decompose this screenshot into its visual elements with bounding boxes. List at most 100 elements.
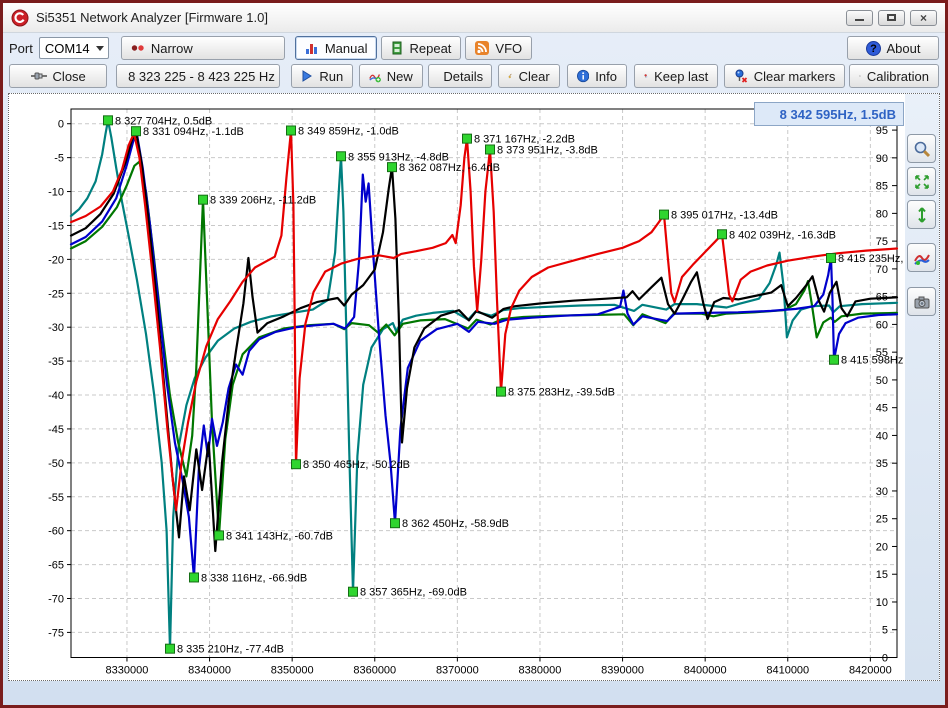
- cursor-readout: 8 342 595Hz, 1.5dB: [754, 102, 904, 126]
- marker-label: 8 335 210Hz, -77.4dB: [177, 644, 284, 656]
- marker-square: [348, 587, 357, 596]
- repeat-button[interactable]: Repeat: [381, 36, 461, 60]
- app-window: Si5351 Network Analyzer [Firmware 1.0] ×…: [3, 3, 945, 705]
- marker-square: [390, 519, 399, 528]
- question-icon: ?: [866, 41, 881, 56]
- marker-label: 8 350 465Hz, -50.2dB: [303, 459, 410, 471]
- svg-text:-40: -40: [48, 390, 64, 402]
- close-window-button[interactable]: ×: [910, 10, 937, 26]
- port-select[interactable]: COM14: [39, 37, 109, 59]
- markers: 8 327 704Hz, 0.5dB8 331 094Hz, -1.1dB8 3…: [103, 115, 903, 655]
- svg-text:90: 90: [876, 153, 888, 165]
- marker-square: [463, 134, 472, 143]
- minimize-icon: [855, 19, 864, 21]
- marker-label: 8 395 017Hz, -13.4dB: [671, 210, 778, 222]
- info-button[interactable]: Info: [567, 64, 627, 88]
- toolbar-row-2: Close 8 323 225 - 8 423 225 Hz Run New D…: [3, 62, 945, 90]
- marker-label: 8 341 143Hz, -60.7dB: [226, 530, 333, 542]
- close-icon: ×: [920, 12, 927, 24]
- toolbar-row-1: Port COM14 Narrow Manual Repeat VFO ? Ab…: [3, 33, 945, 62]
- repeat-icon: [391, 41, 403, 55]
- svg-text:8370000: 8370000: [436, 665, 479, 677]
- svg-text:8380000: 8380000: [519, 665, 562, 677]
- info-icon: [577, 69, 589, 83]
- marker-label: 8 415 598Hz: [841, 355, 903, 367]
- gridlines: 8330000834000083500008360000837000083800…: [48, 109, 897, 677]
- svg-text:10: 10: [876, 597, 888, 609]
- svg-text:30: 30: [876, 486, 888, 498]
- svg-text:-50: -50: [48, 458, 64, 470]
- titlebar[interactable]: Si5351 Network Analyzer [Firmware 1.0] ×: [3, 3, 945, 33]
- svg-text:15: 15: [876, 569, 888, 581]
- about-button[interactable]: ? About: [847, 36, 939, 60]
- fit-vertical-button[interactable]: [907, 200, 936, 229]
- maximize-button[interactable]: [878, 10, 905, 26]
- svg-text:-15: -15: [48, 220, 64, 232]
- maximize-icon: [887, 14, 896, 21]
- magnifier-icon: [913, 140, 931, 158]
- marker-square: [830, 355, 839, 364]
- svg-text:-30: -30: [48, 322, 64, 334]
- svg-text:70: 70: [876, 264, 888, 276]
- run-button[interactable]: Run: [291, 64, 353, 88]
- svg-text:60: 60: [876, 319, 888, 331]
- svg-text:8400000: 8400000: [684, 665, 727, 677]
- svg-text:0: 0: [58, 119, 64, 131]
- svg-text:-75: -75: [48, 627, 64, 639]
- marker-square: [660, 210, 669, 219]
- frequency-range-button[interactable]: 8 323 225 - 8 423 225 Hz: [116, 64, 280, 88]
- svg-text:-65: -65: [48, 560, 64, 572]
- marker-square: [286, 126, 295, 135]
- marker-square: [496, 387, 505, 396]
- port-value: COM14: [45, 41, 90, 56]
- marker-square: [718, 230, 727, 239]
- svg-text:?: ?: [870, 43, 877, 55]
- marker-square: [485, 145, 494, 154]
- network-analyzer-chart[interactable]: 8330000834000083500008360000837000083800…: [9, 94, 905, 680]
- svg-text:-20: -20: [48, 254, 64, 266]
- svg-text:8350000: 8350000: [271, 665, 314, 677]
- svg-text:-70: -70: [48, 593, 64, 605]
- window-title: Si5351 Network Analyzer [Firmware 1.0]: [36, 10, 268, 25]
- bar-chart-icon: [305, 41, 319, 55]
- marker-square: [199, 195, 208, 204]
- marker-square: [215, 531, 224, 540]
- svg-text:75: 75: [876, 236, 888, 248]
- camera-icon: [913, 293, 931, 311]
- svg-text:-60: -60: [48, 526, 64, 538]
- svg-text:25: 25: [876, 514, 888, 526]
- svg-text:-55: -55: [48, 492, 64, 504]
- marker-label: 8 331 094Hz, -1.1dB: [143, 126, 244, 138]
- clear-button[interactable]: Clear: [498, 64, 560, 88]
- snapshot-button[interactable]: [907, 287, 936, 316]
- fit-both-icon: [913, 173, 931, 191]
- svg-text:-10: -10: [48, 187, 64, 199]
- svg-text:40: 40: [876, 430, 888, 442]
- svg-text:8420000: 8420000: [849, 665, 892, 677]
- clear-markers-button[interactable]: Clear markers: [724, 64, 846, 88]
- details-button[interactable]: Details: [428, 64, 492, 88]
- new-button[interactable]: New: [359, 64, 423, 88]
- svg-text:8410000: 8410000: [766, 665, 809, 677]
- manual-button[interactable]: Manual: [295, 36, 378, 60]
- svg-text:-5: -5: [54, 153, 64, 165]
- svg-text:20: 20: [876, 541, 888, 553]
- fit-both-button[interactable]: [907, 167, 936, 196]
- marker-label: 8 357 365Hz, -69.0dB: [360, 587, 467, 599]
- svg-text:8340000: 8340000: [188, 665, 231, 677]
- pin-icon: [644, 69, 648, 83]
- traces-button[interactable]: [907, 243, 936, 272]
- svg-text:95: 95: [876, 125, 888, 137]
- marker-square: [189, 573, 198, 582]
- narrow-button[interactable]: Narrow: [121, 36, 285, 60]
- zoom-tool-button[interactable]: [907, 134, 936, 163]
- keep-last-button[interactable]: Keep last: [634, 64, 718, 88]
- marker-square: [337, 152, 346, 161]
- minimize-button[interactable]: [846, 10, 873, 26]
- calibration-button[interactable]: Calibration: [849, 64, 939, 88]
- vfo-button[interactable]: VFO: [465, 36, 532, 60]
- marker-label: 8 402 039Hz, -16.3dB: [729, 229, 836, 241]
- close-button[interactable]: Close: [9, 64, 107, 88]
- port-label: Port: [9, 41, 33, 56]
- marker-label: 8 373 951Hz, -3.8dB: [497, 144, 598, 156]
